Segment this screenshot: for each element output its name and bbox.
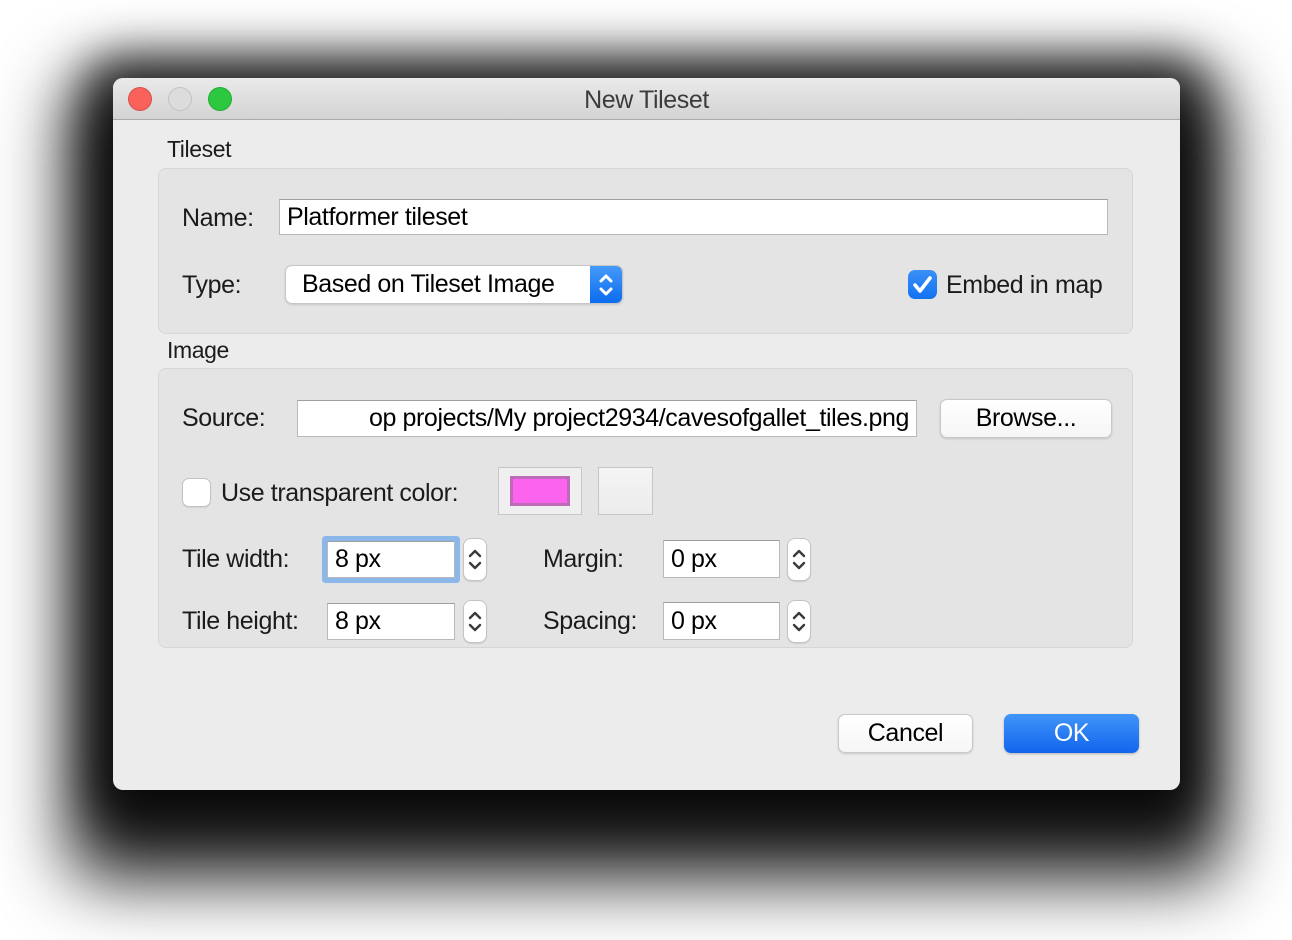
type-label: Type:	[182, 269, 241, 301]
browse-button[interactable]: Browse...	[940, 399, 1112, 438]
tileset-group-label: Tileset	[167, 136, 231, 163]
embed-in-map-checkbox[interactable]	[908, 270, 937, 299]
tile-width-input[interactable]	[327, 541, 455, 578]
new-tileset-dialog: New Tileset Tileset Name: Type: Based on…	[113, 78, 1180, 790]
name-input[interactable]	[279, 199, 1108, 235]
color-picker-button[interactable]	[598, 467, 653, 515]
checkmark-icon	[908, 270, 937, 299]
stepper-up-icon	[468, 611, 482, 620]
transparent-color-swatch-button[interactable]	[498, 467, 582, 515]
name-label: Name:	[182, 202, 254, 234]
margin-label: Margin:	[543, 543, 624, 575]
margin-stepper[interactable]	[787, 538, 811, 581]
stepper-up-icon	[792, 611, 806, 620]
stepper-down-icon	[468, 623, 482, 632]
use-transparent-color-label: Use transparent color:	[221, 477, 458, 509]
cancel-button[interactable]: Cancel	[838, 714, 973, 753]
image-group-label: Image	[167, 337, 229, 364]
spacing-label: Spacing:	[543, 605, 637, 637]
spacing-stepper[interactable]	[787, 600, 811, 643]
color-swatch	[510, 476, 570, 506]
tile-height-input[interactable]	[327, 603, 455, 640]
use-transparent-color-checkbox[interactable]	[182, 478, 211, 507]
embed-in-map-label: Embed in map	[946, 269, 1102, 301]
type-dropdown[interactable]: Based on Tileset Image	[285, 265, 623, 304]
stepper-up-icon	[468, 549, 482, 558]
tileset-groupbox	[158, 168, 1133, 334]
source-input[interactable]	[297, 400, 917, 437]
stepper-up-icon	[792, 549, 806, 558]
window-title: New Tileset	[113, 86, 1180, 115]
stepper-down-icon	[792, 561, 806, 570]
tile-width-label: Tile width:	[182, 543, 289, 575]
tile-height-label: Tile height:	[182, 605, 299, 637]
spacing-input[interactable]	[663, 602, 780, 640]
tile-height-stepper[interactable]	[463, 600, 487, 643]
margin-input[interactable]	[663, 540, 780, 578]
title-bar[interactable]: New Tileset	[113, 78, 1180, 120]
type-dropdown-value: Based on Tileset Image	[302, 270, 554, 299]
stepper-down-icon	[468, 561, 482, 570]
stepper-down-icon	[792, 623, 806, 632]
chevron-up-down-icon	[590, 266, 622, 303]
source-label: Source:	[182, 402, 265, 434]
screen: New Tileset Tileset Name: Type: Based on…	[0, 0, 1292, 940]
ok-button[interactable]: OK	[1004, 714, 1139, 753]
tile-width-stepper[interactable]	[463, 538, 487, 581]
